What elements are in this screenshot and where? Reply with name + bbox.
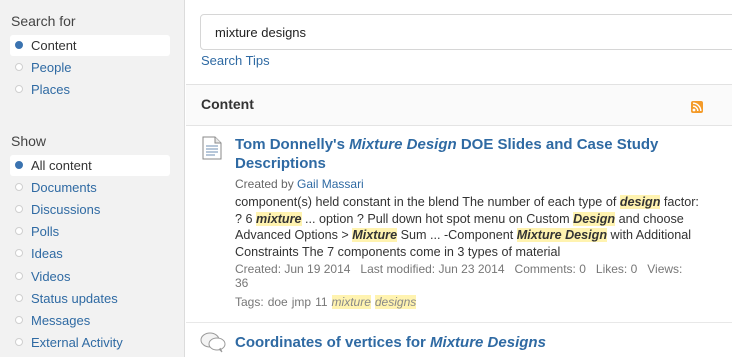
result-byline: Created by Gail Massari bbox=[235, 177, 364, 191]
show-option-discussions[interactable]: Discussions bbox=[10, 199, 170, 220]
snippet-highlight: Mixture Design bbox=[516, 228, 608, 242]
filter-label: Status updates bbox=[31, 290, 118, 306]
show-option-documents[interactable]: Documents bbox=[10, 177, 170, 198]
tag-link[interactable]: designs bbox=[374, 295, 417, 309]
filter-label: Videos bbox=[31, 268, 71, 284]
result-title-prefix: Coordinates of vertices for bbox=[235, 334, 431, 351]
result-item: Coordinates of vertices for Mixture Desi… bbox=[186, 323, 732, 363]
results-panel: Content Tom Donnelly's Mixture Design DO… bbox=[186, 84, 732, 357]
filter-label: Polls bbox=[31, 224, 60, 240]
result-snippet: component(s) held constant in the blend … bbox=[235, 194, 705, 260]
show-heading: Show bbox=[11, 133, 47, 149]
radio-icon[interactable] bbox=[15, 271, 23, 280]
snippet-highlight: design bbox=[619, 195, 661, 209]
tag-link[interactable]: doe bbox=[268, 295, 288, 309]
result-item: Tom Donnelly's Mixture Design DOE Slides… bbox=[186, 126, 732, 322]
filter-label: External Activity bbox=[31, 334, 123, 350]
radio-icon[interactable] bbox=[15, 227, 23, 236]
likes-count: Likes: 0 bbox=[595, 262, 638, 276]
created-by-label: Created by bbox=[235, 177, 298, 191]
author-link[interactable]: Gail Massari bbox=[297, 177, 364, 191]
result-title-prefix: Tom Donnelly's bbox=[235, 136, 350, 153]
search-for-heading: Search for bbox=[11, 13, 76, 29]
filter-label: Content bbox=[31, 38, 77, 53]
snippet-highlight: mixture bbox=[256, 211, 302, 226]
main-content: Search Tips Content Tom Donnelly's M bbox=[186, 0, 732, 357]
filter-label: Messages bbox=[31, 312, 91, 328]
tag-link[interactable]: 11 bbox=[315, 295, 327, 309]
tag-list: doe jmp 11 mixture designs bbox=[268, 295, 421, 309]
radio-icon[interactable] bbox=[15, 85, 23, 94]
show-option-ideas[interactable]: Ideas bbox=[10, 243, 170, 264]
radio-icon[interactable] bbox=[15, 337, 23, 346]
result-title-link[interactable]: Coordinates of vertices for Mixture Desi… bbox=[235, 333, 705, 352]
results-header: Content bbox=[186, 85, 732, 126]
filter-label: Discussions bbox=[31, 202, 101, 218]
sidebar: Search for Content People Places Show All … bbox=[0, 0, 185, 357]
radio-icon[interactable] bbox=[15, 183, 23, 192]
snippet-highlight: Design bbox=[573, 211, 616, 226]
filter-label: Ideas bbox=[31, 246, 63, 262]
snippet-highlight: Mixture bbox=[352, 228, 398, 242]
radio-icon[interactable] bbox=[15, 161, 23, 169]
show-option-all-content[interactable]: All content bbox=[10, 155, 170, 176]
show-option-status-updates[interactable]: Status updates bbox=[10, 288, 170, 309]
search-for-option-places[interactable]: Places bbox=[10, 79, 170, 100]
result-title-highlight: Mixture Design bbox=[349, 136, 457, 153]
show-option-videos[interactable]: Videos bbox=[10, 266, 170, 287]
snippet-text: ... option ? Pull down hot spot menu on … bbox=[301, 211, 574, 226]
radio-icon[interactable] bbox=[15, 41, 23, 49]
tag-link[interactable]: jmp bbox=[292, 295, 311, 309]
radio-icon[interactable] bbox=[15, 315, 23, 324]
search-for-option-people[interactable]: People bbox=[10, 57, 170, 78]
comments-count: Comments: 0 bbox=[514, 262, 586, 276]
result-meta: Created: Jun 19 2014 Last modified: Jun 2… bbox=[235, 262, 705, 290]
show-option-messages[interactable]: Messages bbox=[10, 310, 170, 331]
filter-label: Documents bbox=[31, 180, 97, 196]
filter-label: People bbox=[31, 60, 72, 76]
radio-icon[interactable] bbox=[15, 293, 23, 302]
tags-label: Tags: bbox=[235, 295, 264, 309]
result-title-highlight: Mixture Designs bbox=[430, 334, 546, 351]
radio-icon[interactable] bbox=[15, 205, 23, 214]
search-input[interactable] bbox=[215, 23, 715, 41]
discussion-icon bbox=[200, 332, 226, 353]
filter-label: All content bbox=[31, 158, 92, 173]
result-title-link[interactable]: Tom Donnelly's Mixture Design DOE Slides… bbox=[235, 135, 705, 173]
filter-label: Places bbox=[31, 82, 71, 98]
created-date: Created: Jun 19 2014 bbox=[235, 262, 351, 276]
result-tags: Tags: doe jmp 11 mixture designs bbox=[235, 295, 420, 309]
results-heading: Content bbox=[201, 96, 254, 112]
rss-icon[interactable] bbox=[691, 101, 703, 113]
radio-icon[interactable] bbox=[15, 63, 23, 72]
modified-date: Last modified: Jun 23 2014 bbox=[360, 262, 505, 276]
show-option-external-activity[interactable]: External Activity bbox=[10, 332, 170, 353]
show-option-polls[interactable]: Polls bbox=[10, 221, 170, 242]
search-tips-link[interactable]: Search Tips bbox=[201, 53, 270, 68]
document-icon bbox=[202, 136, 222, 160]
radio-icon[interactable] bbox=[15, 249, 23, 258]
search-box[interactable] bbox=[200, 14, 732, 50]
search-for-option-content[interactable]: Content bbox=[10, 35, 170, 56]
snippet-text: component(s) held constant in the blend … bbox=[235, 195, 620, 209]
snippet-text: Sum ... -Component bbox=[397, 228, 517, 242]
tag-link[interactable]: mixture bbox=[331, 295, 371, 309]
